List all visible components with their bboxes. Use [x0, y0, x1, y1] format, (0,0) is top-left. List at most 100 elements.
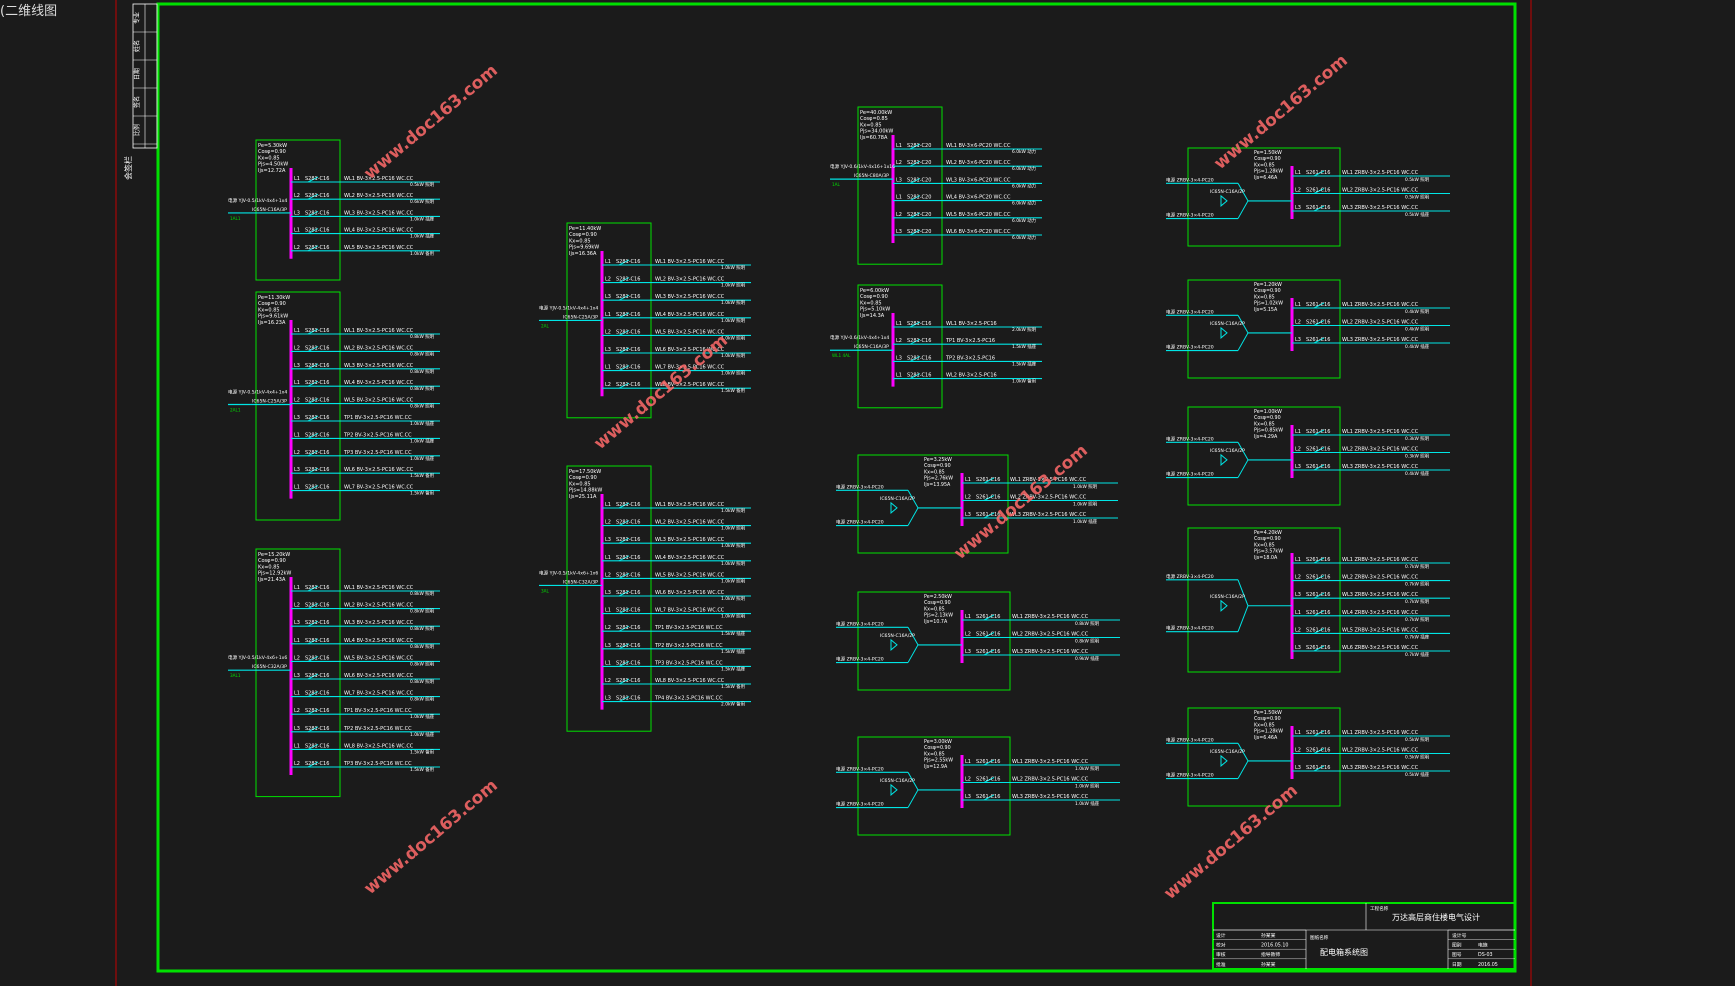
- distribution-panel-al-2[interactable]: Pe=11.30kWCosφ=0.90Kx=0.85Pjs=9.61kWIjs=…: [228, 291, 440, 521]
- outgoing-circuit[interactable]: L2 S281-C16 WL5 BV-3×2.5-PC16 WC.CC1.0kW 照…: [602, 329, 751, 341]
- outgoing-circuit[interactable]: L1 S281-C16 WL1 BV-3×2.5-PC16 WC.CC0.5kW 照…: [291, 176, 440, 188]
- outgoing-circuit[interactable]: L3 S261-C16 WL3 ZRBV-3×2.5-PC16 WC.CC0.9kW…: [962, 649, 1120, 662]
- outgoing-circuit[interactable]: L3 S281-C16 WL3 BV-3×2.5-PC16 WC.CC1.0kW 照…: [602, 537, 751, 549]
- outgoing-circuit[interactable]: L2 S281-C20 WL2 BV-3×6-PC20 WC.CC6.0kW 动力: [893, 160, 1042, 172]
- distribution-panel-al-4[interactable]: Pe=11.40kWCosφ=0.90Kx=0.85Pjs=9.69kWIjs=…: [539, 222, 751, 419]
- outgoing-circuit[interactable]: L1 S281-C16 TP3 BV-3×2.5-PC16 WC.CC1.5kW 插…: [602, 660, 751, 672]
- outgoing-circuit[interactable]: L2 S281-C16 WL2 BV-3×2.5-PC16 WC.CC0.8kW 照…: [291, 603, 440, 615]
- outgoing-circuit[interactable]: L1 S281-C16 TP2 BV-3×2.5-PC16 WC.CC1.0kW 插…: [291, 432, 440, 444]
- outgoing-circuit[interactable]: L3 S281-C16 WL6 BV-3×2.5-PC16 WC.CC1.0kW 照…: [602, 347, 751, 359]
- outgoing-circuit[interactable]: L1 S281-C16 WL4 BV-3×2.5-PC16 WC.CC1.0kW 照…: [602, 555, 751, 567]
- outgoing-circuit[interactable]: L1 S281-C16 WL2 BV-3×2.5-PC16 1.0kW 备用: [893, 373, 1042, 385]
- distribution-panel-al-5[interactable]: Pe=17.50kWCosφ=0.90Kx=0.85Pjs=14.88kWIjs…: [539, 465, 751, 732]
- outgoing-circuit[interactable]: L2 S281-C16 WL5 BV-3×2.5-PC16 WC.CC1.0kW 照…: [602, 572, 751, 584]
- outgoing-circuit[interactable]: L3 S281-C16 WL6 BV-3×2.5-PC16 WC.CC0.8kW 照…: [291, 673, 440, 685]
- lighting-panel-s7[interactable]: Pe=4.20kWCosφ=0.90Kx=0.85Pjs=3.57kWIjs=1…: [1166, 527, 1450, 673]
- outgoing-circuit[interactable]: L2 S261-C16 WL2 ZRBV-3×2.5-PC16 WC.CC0.3kW…: [1292, 447, 1450, 460]
- outgoing-circuit[interactable]: L1 S281-C16 WL7 BV-3×2.5-PC16 WC.CC0.8kW 照…: [291, 691, 440, 703]
- outgoing-circuit[interactable]: L3 S261-C16 WL3 ZRBV-3×2.5-PC16 WC.CC0.7kW…: [1292, 592, 1450, 605]
- distribution-panel-al-1[interactable]: Pe=5.30kWCosφ=0.90Kx=0.85Pjs=4.50kWIjs=1…: [228, 139, 440, 281]
- outgoing-circuit[interactable]: L3 S261-C16 WL6 ZRBV-3×2.5-PC16 WC.CC0.7kW…: [1292, 645, 1450, 658]
- outgoing-circuit[interactable]: L2 S261-C16 WL2 ZRBV-3×2.5-PC16 WC.CC0.8kW…: [962, 632, 1120, 645]
- outgoing-circuit[interactable]: L2 S281-C16 WL2 BV-3×2.5-PC16 WC.CC0.6kW 照…: [291, 193, 440, 205]
- outgoing-circuit[interactable]: L3 S281-C16 WL3 BV-3×2.5-PC16 WC.CC1.0kW 插…: [291, 210, 440, 222]
- outgoing-circuit[interactable]: L3 S261-C16 WL3 ZRBV-3×2.5-PC16 WC.CC0.5kW…: [1292, 205, 1450, 218]
- outgoing-circuit[interactable]: L2 S261-C16 WL2 ZRBV-3×2.5-PC16 WC.CC0.5kW…: [1292, 188, 1450, 201]
- outgoing-circuit[interactable]: L3 S281-C16 TP4 BV-3×2.5-PC16 WC.CC2.0kW 备…: [602, 696, 751, 708]
- circuit-breaker: S261-C16: [1306, 765, 1330, 771]
- outgoing-circuit[interactable]: L3 S281-C16 TP2 BV-3×2.5-PC16 WC.CC1.5kW 插…: [602, 643, 751, 655]
- outgoing-circuit[interactable]: L1 S261-C16 WL1 ZRBV-3×2.5-PC16 WC.CC1.0kW…: [962, 759, 1120, 772]
- outgoing-circuit[interactable]: L3 S281-C16 WL3 BV-3×2.5-PC16 WC.CC0.8kW 照…: [291, 620, 440, 632]
- outgoing-circuit[interactable]: L2 S261-C16 WL2 ZRBV-3×2.5-PC16 WC.CC1.0kW…: [962, 777, 1120, 790]
- outgoing-circuit[interactable]: L2 S281-C16 WL2 BV-3×2.5-PC16 WC.CC0.8kW 照…: [291, 345, 440, 357]
- outgoing-circuit[interactable]: L3 S261-C16 WL3 ZRBV-3×2.5-PC16 WC.CC0.4kW…: [1292, 464, 1450, 477]
- circuit-load: 1.0kW 照明: [721, 561, 746, 567]
- outgoing-circuit[interactable]: L3 S261-C16 WL3 ZRBV-3×2.5-PC16 WC.CC0.5kW…: [1292, 765, 1450, 778]
- lighting-panel-s6[interactable]: Pe=1.00kWCosφ=0.90Kx=0.85Pjs=0.85kWIjs=4…: [1166, 406, 1450, 506]
- outgoing-circuit[interactable]: L3 S281-C16 TP2 BV-3×2.5-PC16 WC.CC1.0kW 插…: [291, 726, 440, 738]
- outgoing-circuit[interactable]: L2 S281-C16 TP1 BV-3×2.5-PC16 WC.CC1.0kW 插…: [291, 708, 440, 720]
- outgoing-circuit[interactable]: L1 S261-C16 WL1 ZRBV-3×2.5-PC16 WC.CC0.7kW…: [1292, 557, 1450, 570]
- outgoing-circuit[interactable]: L3 S281-C16 WL3 BV-3×2.5-PC16 WC.CC1.0kW 照…: [602, 294, 751, 306]
- outgoing-circuit[interactable]: L2 S281-C16 TP3 BV-3×2.5-PC16 WC.CC1.5kW 备…: [291, 761, 440, 773]
- outgoing-circuit[interactable]: L2 S281-C16 WL5 BV-3×2.5-PC16 WC.CC1.0kW 备…: [291, 245, 440, 257]
- outgoing-circuit[interactable]: L1 S281-C16 WL4 BV-3×2.5-PC16 WC.CC0.8kW 照…: [291, 380, 440, 392]
- outgoing-circuit[interactable]: L1 S261-C16 WL1 ZRBV-3×2.5-PC16 WC.CC0.8kW…: [962, 614, 1120, 627]
- outgoing-circuit[interactable]: L2 S281-C16 TP3 BV-3×2.5-PC16 WC.CC1.0kW 插…: [291, 450, 440, 462]
- outgoing-circuit[interactable]: L2 S281-C16 WL2 BV-3×2.5-PC16 WC.CC1.0kW 照…: [602, 520, 751, 532]
- distribution-panel-al-6[interactable]: Pe=40.00kWCosφ=0.85Kx=0.85Pjs=34.00kWIjs…: [830, 106, 1042, 265]
- outgoing-circuit[interactable]: L1 S281-C16 WL1 BV-3×2.5-PC16 WC.CC1.0kW 照…: [602, 502, 751, 514]
- outgoing-circuit[interactable]: L1 S261-C16 WL1 ZRBV-3×2.5-PC16 WC.CC0.3kW…: [1292, 429, 1450, 442]
- outgoing-circuit[interactable]: L2 S261-C16 WL2 ZRBV-3×2.5-PC16 WC.CC0.7kW…: [1292, 575, 1450, 588]
- outgoing-circuit[interactable]: L3 S261-C16 WL3 ZRBV-3×2.5-PC16 WC.CC0.4kW…: [1292, 337, 1450, 350]
- outgoing-circuit[interactable]: L2 S281-C16 TP1 BV-3×2.5-PC16 1.5kW 插座: [893, 338, 1042, 350]
- lighting-panel-s2[interactable]: Pe=2.50kWCosφ=0.90Kx=0.85Pjs=2.13kWIjs=1…: [836, 591, 1120, 691]
- distribution-panel-al-3[interactable]: Pe=15.20kWCosφ=0.90Kx=0.85Pjs=12.92kWIjs…: [228, 548, 440, 798]
- panel-param: Kx=0.85: [258, 155, 280, 161]
- outgoing-circuit[interactable]: L2 S281-C16 WL5 BV-3×2.5-PC16 WC.CC0.8kW 照…: [291, 398, 440, 410]
- outgoing-circuit[interactable]: L1 S261-C16 WL1 ZRBV-3×2.5-PC16 WC.CC0.4kW…: [1292, 302, 1450, 315]
- lighting-panel-s3[interactable]: Pe=3.00kWCosφ=0.90Kx=0.85Pjs=2.55kWIjs=1…: [836, 736, 1120, 836]
- outgoing-circuit[interactable]: L2 S281-C16 WL2 BV-3×2.5-PC16 WC.CC1.0kW 照…: [602, 277, 751, 289]
- outgoing-circuit[interactable]: L1 S281-C16 WL1 BV-3×2.5-PC16 WC.CC1.0kW 照…: [602, 259, 751, 271]
- outgoing-circuit[interactable]: L1 S281-C16 WL4 BV-3×2.5-PC16 WC.CC1.0kW 插…: [291, 228, 440, 240]
- left-strip-cell: 日期: [133, 68, 141, 80]
- outgoing-circuit[interactable]: L1 S281-C16 WL4 BV-3×2.5-PC16 WC.CC0.8kW 照…: [291, 638, 440, 650]
- outgoing-circuit[interactable]: L1 S261-C16 WL1 ZRBV-3×2.5-PC16 WC.CC0.5kW…: [1292, 730, 1450, 743]
- outgoing-circuit[interactable]: L1 S281-C16 WL8 BV-3×2.5-PC16 WC.CC1.5kW 备…: [291, 743, 440, 755]
- outgoing-circuit[interactable]: L1 S261-C16 WL4 ZRBV-3×2.5-PC16 WC.CC0.7kW…: [1292, 610, 1450, 623]
- outgoing-circuit[interactable]: L1 S281-C16 WL1 BV-3×2.5-PC16 2.0kW 照明: [893, 321, 1042, 333]
- outgoing-circuit[interactable]: L2 S281-C16 WL8 BV-3×2.5-PC16 WC.CC1.5kW 备…: [602, 678, 751, 690]
- distribution-panel-al-7[interactable]: Pe=6.00kWCosφ=0.90Kx=0.85Pjs=5.10kWIjs=1…: [830, 284, 1042, 409]
- incoming-cable-label: 电源 ZRBV-3×4-PC20: [1166, 471, 1214, 478]
- outgoing-circuit[interactable]: L3 S281-C16 TP2 BV-3×2.5-PC16 1.5kW 插座: [893, 355, 1042, 367]
- outgoing-circuit[interactable]: L2 S261-C16 WL2 ZRBV-3×2.5-PC16 WC.CC0.5kW…: [1292, 748, 1450, 761]
- outgoing-circuit[interactable]: L1 S281-C20 WL4 BV-3×6-PC20 WC.CC6.0kW 动力: [893, 195, 1042, 207]
- outgoing-circuit[interactable]: L3 S281-C16 WL6 BV-3×2.5-PC16 WC.CC1.0kW 照…: [602, 590, 751, 602]
- cad-drawing-canvas[interactable]: 专业姓名日期签名比例 会签栏 Pe=5.30kWCosφ=0.90Kx=0.85…: [0, 0, 1735, 986]
- outgoing-circuit[interactable]: L1 S281-C16 WL1 BV-3×2.5-PC16 WC.CC0.8kW 照…: [291, 328, 440, 340]
- outgoing-circuit[interactable]: L2 S281-C16 TP1 BV-3×2.5-PC16 WC.CC1.5kW 插…: [602, 625, 751, 637]
- outgoing-circuit[interactable]: L2 S261-C16 WL2 ZRBV-3×2.5-PC16 WC.CC0.4kW…: [1292, 320, 1450, 333]
- outgoing-circuit[interactable]: L1 S281-C16 WL4 BV-3×2.5-PC16 WC.CC1.0kW 照…: [602, 312, 751, 324]
- outgoing-circuit[interactable]: L3 S281-C16 TP1 BV-3×2.5-PC16 WC.CC1.0kW 插…: [291, 415, 440, 427]
- lighting-panel-s8[interactable]: Pe=1.50kWCosφ=0.90Kx=0.85Pjs=1.28kWIjs=6…: [1166, 707, 1450, 807]
- outgoing-circuit[interactable]: L2 S281-C16 WL5 BV-3×2.5-PC16 WC.CC0.8kW 照…: [291, 655, 440, 667]
- outgoing-circuit[interactable]: L1 S261-C16 WL1 ZRBV-3×2.5-PC16 WC.CC0.5kW…: [1292, 170, 1450, 183]
- outgoing-circuit[interactable]: L1 S281-C20 WL1 BV-3×6-PC20 WC.CC6.0kW 动力: [893, 143, 1042, 155]
- outgoing-circuit[interactable]: L3 S281-C16 WL3 BV-3×2.5-PC16 WC.CC0.8kW 照…: [291, 363, 440, 375]
- outgoing-circuit[interactable]: L1 S281-C16 WL7 BV-3×2.5-PC16 WC.CC1.5kW 备…: [291, 485, 440, 497]
- outgoing-circuit[interactable]: L1 S281-C16 WL1 BV-3×2.5-PC16 WC.CC0.8kW 照…: [291, 585, 440, 597]
- lighting-panel-s5[interactable]: Pe=1.20kWCosφ=0.90Kx=0.85Pjs=1.02kWIjs=5…: [1166, 279, 1450, 379]
- outgoing-circuit[interactable]: L3 S261-C16 WL3 ZRBV-3×2.5-PC16 WC.CC1.0kW…: [962, 794, 1120, 807]
- circuit-load: 0.4kW 照明: [1405, 327, 1430, 333]
- circuit-breaker: S261-C16: [1306, 748, 1330, 754]
- lighting-panel-s4[interactable]: Pe=1.50kWCosφ=0.90Kx=0.85Pjs=1.28kWIjs=6…: [1166, 147, 1450, 247]
- outgoing-circuit[interactable]: L3 S281-C16 WL6 BV-3×2.5-PC16 WC.CC1.5kW 备…: [291, 467, 440, 479]
- outgoing-circuit[interactable]: L2 S261-C16 WL5 ZRBV-3×2.5-PC16 WC.CC0.7kW…: [1292, 627, 1450, 640]
- outgoing-circuit[interactable]: L3 S281-C20 WL6 BV-3×6-PC20 WC.CC6.0kW 动力: [893, 229, 1042, 241]
- outgoing-circuit[interactable]: L3 S281-C20 WL3 BV-3×6-PC20 WC.CC6.0kW 动力: [893, 177, 1042, 189]
- outgoing-circuit[interactable]: L2 S281-C20 WL5 BV-3×6-PC20 WC.CC6.0kW 动力: [893, 212, 1042, 224]
- outgoing-circuit[interactable]: L1 S281-C16 WL7 BV-3×2.5-PC16 WC.CC1.0kW 照…: [602, 608, 751, 620]
